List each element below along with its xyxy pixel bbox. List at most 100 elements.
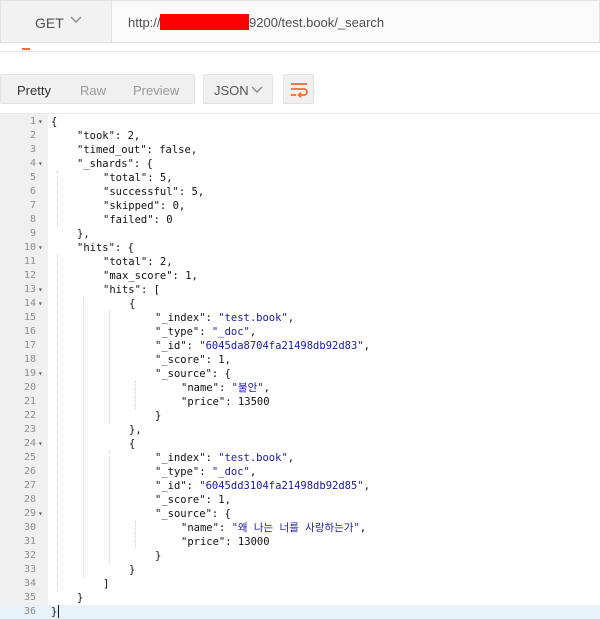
- code-line: 25 "_index": "test.book",: [0, 451, 600, 465]
- code-text: "_source": {: [155, 367, 231, 381]
- line-number: 24: [23, 438, 36, 449]
- indent-guide: [109, 311, 110, 423]
- code-token: :: [159, 200, 173, 212]
- code-line: 11 "total": 2,: [0, 255, 600, 269]
- code-token: :: [205, 494, 219, 506]
- code-line: 7 "skipped": 0,: [0, 199, 600, 213]
- code-token: ,: [249, 466, 257, 478]
- code-line: 15 "_index": "test.book",: [0, 311, 600, 325]
- fold-toggle-icon[interactable]: ▾: [38, 241, 43, 255]
- line-number: 29: [23, 508, 36, 519]
- code-token: }: [155, 410, 162, 422]
- code-text: "took": 2,: [77, 129, 140, 143]
- code-token: "test.book": [218, 312, 288, 324]
- code-line: 23},: [0, 423, 600, 437]
- code-token: :: [147, 256, 160, 268]
- code-line: 8 "failed": 0: [0, 213, 600, 227]
- code-text: "_score": 1,: [155, 493, 231, 507]
- fold-toggle-icon[interactable]: ▾: [38, 157, 43, 171]
- code-token: "name": [181, 382, 219, 394]
- indent-guide: [109, 451, 110, 563]
- code-token: ,: [133, 130, 141, 142]
- code-token: : {: [133, 158, 153, 170]
- code-token: "6045da8704fa21498db92d83": [199, 340, 364, 352]
- code-line: 19 ▾ "_source": {: [0, 367, 600, 381]
- code-token: ,: [363, 340, 370, 352]
- code-token: 0: [166, 214, 173, 226]
- line-number: 21: [23, 396, 36, 407]
- code-line: 9},: [0, 227, 600, 241]
- code-text: "_shards": {: [77, 157, 153, 171]
- code-token: "_type": [155, 466, 200, 478]
- code-token: "_source": [155, 508, 212, 520]
- code-token: :: [186, 480, 200, 492]
- fold-toggle-icon[interactable]: ▾: [38, 507, 43, 521]
- url-input[interactable]: http:// 9200/test.book/_search: [112, 0, 600, 43]
- code-text: "_source": {: [155, 507, 231, 521]
- code-text: "_id": "6045da8704fa21498db92d83",: [155, 339, 370, 353]
- fold-toggle-icon[interactable]: ▾: [38, 283, 43, 297]
- code-line: 17 "_id": "6045da8704fa21498db92d83",: [0, 339, 600, 353]
- code-token: ,: [224, 354, 231, 366]
- code-token: :: [178, 186, 192, 198]
- code-line: 33}: [0, 563, 600, 577]
- raw-view-button[interactable]: Raw: [80, 83, 106, 98]
- code-line: 31 "price": 13000: [0, 535, 600, 549]
- code-line: 35}: [0, 591, 600, 605]
- code-token: "failed": [103, 214, 154, 226]
- code-text: },: [77, 227, 90, 241]
- code-text: "price": 13500: [181, 395, 270, 409]
- code-token: :: [205, 452, 219, 464]
- method-label: GET: [35, 15, 64, 31]
- code-token: ,: [287, 312, 295, 324]
- code-token: : {: [211, 368, 231, 380]
- response-body-editor[interactable]: 1 ▾{2 "took": 2, 3 "timed_out": false, 4 ▾ "_sh…: [0, 113, 600, 619]
- code-token: "_doc": [211, 326, 250, 338]
- code-text: "failed": 0: [103, 213, 173, 227]
- code-text: }: [77, 591, 83, 605]
- code-line: 36}: [0, 605, 600, 619]
- code-token: "불안": [231, 382, 264, 394]
- pretty-view-button[interactable]: Pretty: [17, 83, 51, 98]
- code-token: ,: [191, 270, 198, 282]
- code-line: 34]: [0, 577, 600, 591]
- code-token: ,: [197, 186, 205, 198]
- code-line: 12 "max_score": 1,: [0, 269, 600, 283]
- code-text: {: [129, 437, 135, 451]
- format-select[interactable]: JSON: [203, 74, 273, 104]
- wrap-lines-button[interactable]: [283, 74, 314, 104]
- fold-toggle-icon[interactable]: ▾: [38, 367, 43, 381]
- fold-toggle-icon[interactable]: ▾: [38, 115, 43, 129]
- method-select[interactable]: GET: [0, 0, 112, 43]
- code-text: "_index": "test.book",: [155, 451, 294, 465]
- code-token: "timed_out": [77, 144, 147, 156]
- fold-toggle-icon[interactable]: ▾: [38, 297, 43, 311]
- code-token: ,: [359, 522, 367, 534]
- indent-guide: [57, 171, 58, 227]
- code-token: "took": [77, 130, 115, 142]
- code-token: :: [147, 172, 160, 184]
- code-line: 18 "_score": 1,: [0, 353, 600, 367]
- fold-toggle-icon[interactable]: ▾: [38, 437, 43, 451]
- line-number: 36: [23, 606, 36, 617]
- code-token: }: [51, 606, 58, 618]
- code-line: 10 ▾ "hits": {: [0, 241, 600, 255]
- code-token: "skipped": [103, 200, 160, 212]
- code-token: "max_score": [103, 270, 173, 282]
- wrap-lines-icon: [291, 83, 308, 98]
- code-text: "total": 5,: [103, 171, 173, 185]
- code-line: 3 "timed_out": false,: [0, 143, 600, 157]
- line-number: 26: [23, 466, 36, 477]
- code-token: "price": [181, 396, 226, 408]
- line-number: 32: [23, 550, 36, 561]
- url-suffix: 9200/test.book/_search: [249, 15, 385, 30]
- line-number: 17: [23, 340, 36, 351]
- request-bar: GET http:// 9200/test.book/_search: [0, 0, 600, 44]
- code-token: :: [153, 214, 167, 226]
- line-number: 33: [23, 564, 36, 575]
- code-token: ,: [249, 326, 257, 338]
- code-token: },: [129, 424, 142, 436]
- text-cursor: [58, 605, 59, 618]
- code-text: {: [51, 115, 57, 129]
- preview-view-button[interactable]: Preview: [133, 83, 179, 98]
